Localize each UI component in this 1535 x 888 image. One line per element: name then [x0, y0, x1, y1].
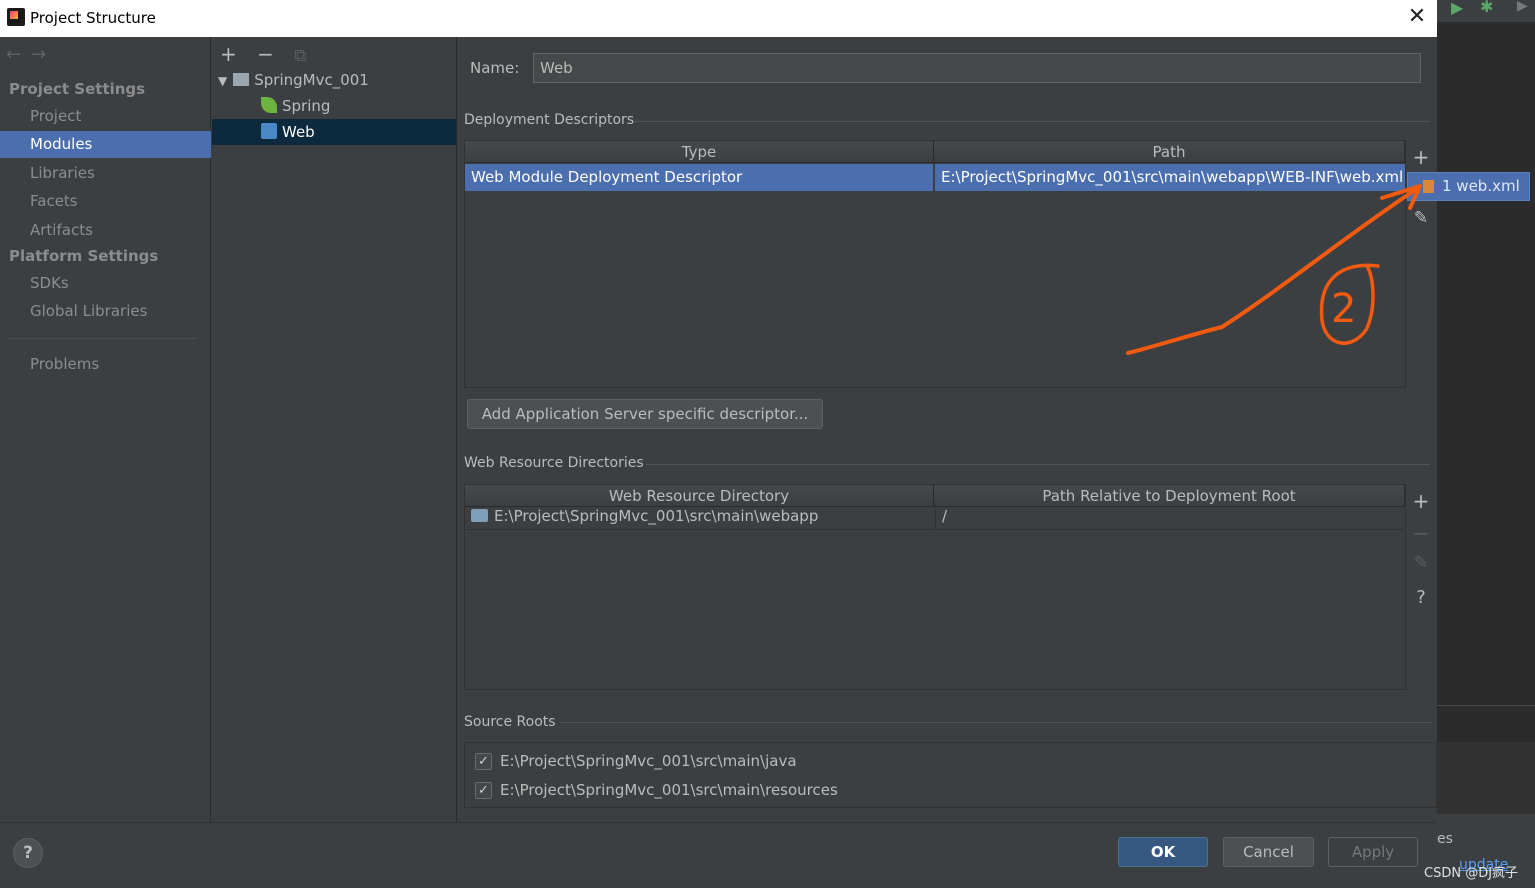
tree-item-label: Spring [282, 97, 331, 115]
tree-item-label: SpringMvc_001 [254, 71, 369, 89]
intellij-logo-icon [7, 8, 25, 26]
sidebar-item-libraries[interactable]: Libraries [0, 160, 211, 187]
module-folder-icon [233, 73, 250, 86]
watermark: CSDN @DJ疯子 [1424, 866, 1519, 881]
tree-item-label: Web [282, 123, 315, 141]
deployment-descriptors-title: Deployment Descriptors [464, 112, 635, 128]
platform-settings-heading: Platform Settings [9, 247, 159, 265]
project-settings-heading: Project Settings [9, 80, 146, 98]
tree-item-web[interactable]: Web [212, 119, 456, 145]
relative-path-cell[interactable]: / [935, 503, 1405, 530]
group-divider [634, 121, 1430, 122]
remove-web-resource-icon[interactable]: − [1410, 521, 1432, 545]
remove-icon[interactable]: − [257, 42, 274, 66]
column-header-path[interactable]: Path [934, 141, 1405, 163]
add-server-descriptor-button[interactable]: Add Application Server specific descript… [467, 399, 823, 429]
deployment-path-cell[interactable]: E:\Project\SpringMvc_001\src\main\webapp… [935, 164, 1405, 191]
help-button[interactable]: ? [13, 838, 43, 868]
expand-arrow-icon[interactable]: ▼ [218, 74, 227, 88]
web-resource-directories-title: Web Resource Directories [464, 455, 644, 471]
descriptor-popup-menu[interactable]: 1 web.xml [1407, 172, 1530, 201]
source-root-checkbox-resources[interactable]: ✓ [475, 782, 492, 799]
title-bar: Project Structure ✕ [0, 0, 1437, 37]
source-root-resources-label[interactable]: E:\Project\SpringMvc_001\src\main\resour… [500, 781, 838, 799]
add-icon[interactable]: + [220, 42, 237, 66]
close-icon[interactable]: ✕ [1406, 6, 1428, 28]
dialog-button-bar [0, 822, 1437, 888]
sidebar-item-modules[interactable]: Modules [0, 131, 211, 158]
spring-leaf-icon [261, 97, 277, 113]
web-resource-directory-text: E:\Project\SpringMvc_001\src\main\webapp [494, 507, 819, 525]
sidebar-item-problems[interactable]: Problems [0, 351, 211, 378]
copy-icon[interactable]: ⧉ [294, 46, 306, 66]
add-descriptor-icon[interactable]: + [1410, 145, 1432, 169]
more-run-icon[interactable]: ▶ [1517, 0, 1528, 14]
sidebar-item-facets[interactable]: Facets [0, 188, 211, 215]
source-root-java-label[interactable]: E:\Project\SpringMvc_001\src\main\java [500, 752, 797, 770]
ide-fragment-text: es [1437, 831, 1453, 847]
group-divider [646, 464, 1430, 465]
name-label: Name: [470, 59, 520, 77]
sidebar-item-artifacts[interactable]: Artifacts [0, 217, 211, 244]
module-tree-panel [212, 37, 457, 822]
cancel-button[interactable]: Cancel [1223, 837, 1314, 867]
add-web-resource-icon[interactable]: + [1410, 489, 1432, 513]
source-roots-title: Source Roots [464, 714, 556, 730]
tree-toolbar: + − ⧉ [220, 42, 306, 66]
sidebar-item-sdks[interactable]: SDKs [0, 270, 211, 297]
help-question-icon[interactable]: ? [1410, 587, 1432, 608]
debug-icon[interactable]: ✱ [1480, 0, 1493, 16]
deployment-type-cell[interactable]: Web Module Deployment Descriptor [465, 164, 933, 191]
source-root-checkbox-java[interactable]: ✓ [475, 753, 492, 770]
tree-item-root[interactable]: ▼ SpringMvc_001 [212, 67, 456, 93]
window-title: Project Structure [30, 9, 156, 27]
edit-descriptor-icon[interactable]: ✎ [1410, 208, 1432, 228]
web-facet-icon [261, 123, 277, 139]
back-arrow-icon[interactable]: ← [6, 44, 31, 65]
sidebar-item-global-libraries[interactable]: Global Libraries [0, 298, 211, 325]
web-folder-icon [471, 509, 488, 522]
run-icon[interactable]: ▶ [1451, 0, 1463, 17]
column-header-type[interactable]: Type [465, 141, 934, 163]
sidebar-divider [9, 338, 197, 339]
sidebar-item-project[interactable]: Project [0, 103, 211, 130]
ide-panel [1437, 742, 1535, 814]
popup-item-web-xml[interactable]: 1 web.xml [1442, 177, 1520, 195]
nav-arrows: ←→ [6, 44, 56, 65]
apply-button[interactable]: Apply [1328, 837, 1418, 867]
group-divider [560, 722, 1432, 723]
tree-item-spring[interactable]: Spring [212, 93, 456, 119]
forward-arrow-icon[interactable]: → [31, 44, 56, 65]
ide-toolbar: ▶ ✱ ▶ [1437, 0, 1535, 22]
ide-divider [1437, 705, 1535, 706]
web-resource-directory-cell[interactable]: E:\Project\SpringMvc_001\src\main\webapp [465, 503, 933, 530]
name-input[interactable]: Web [533, 53, 1421, 83]
edit-web-resource-icon[interactable]: ✎ [1410, 553, 1432, 573]
xml-file-icon [1423, 180, 1434, 193]
ok-button[interactable]: OK [1118, 837, 1208, 867]
